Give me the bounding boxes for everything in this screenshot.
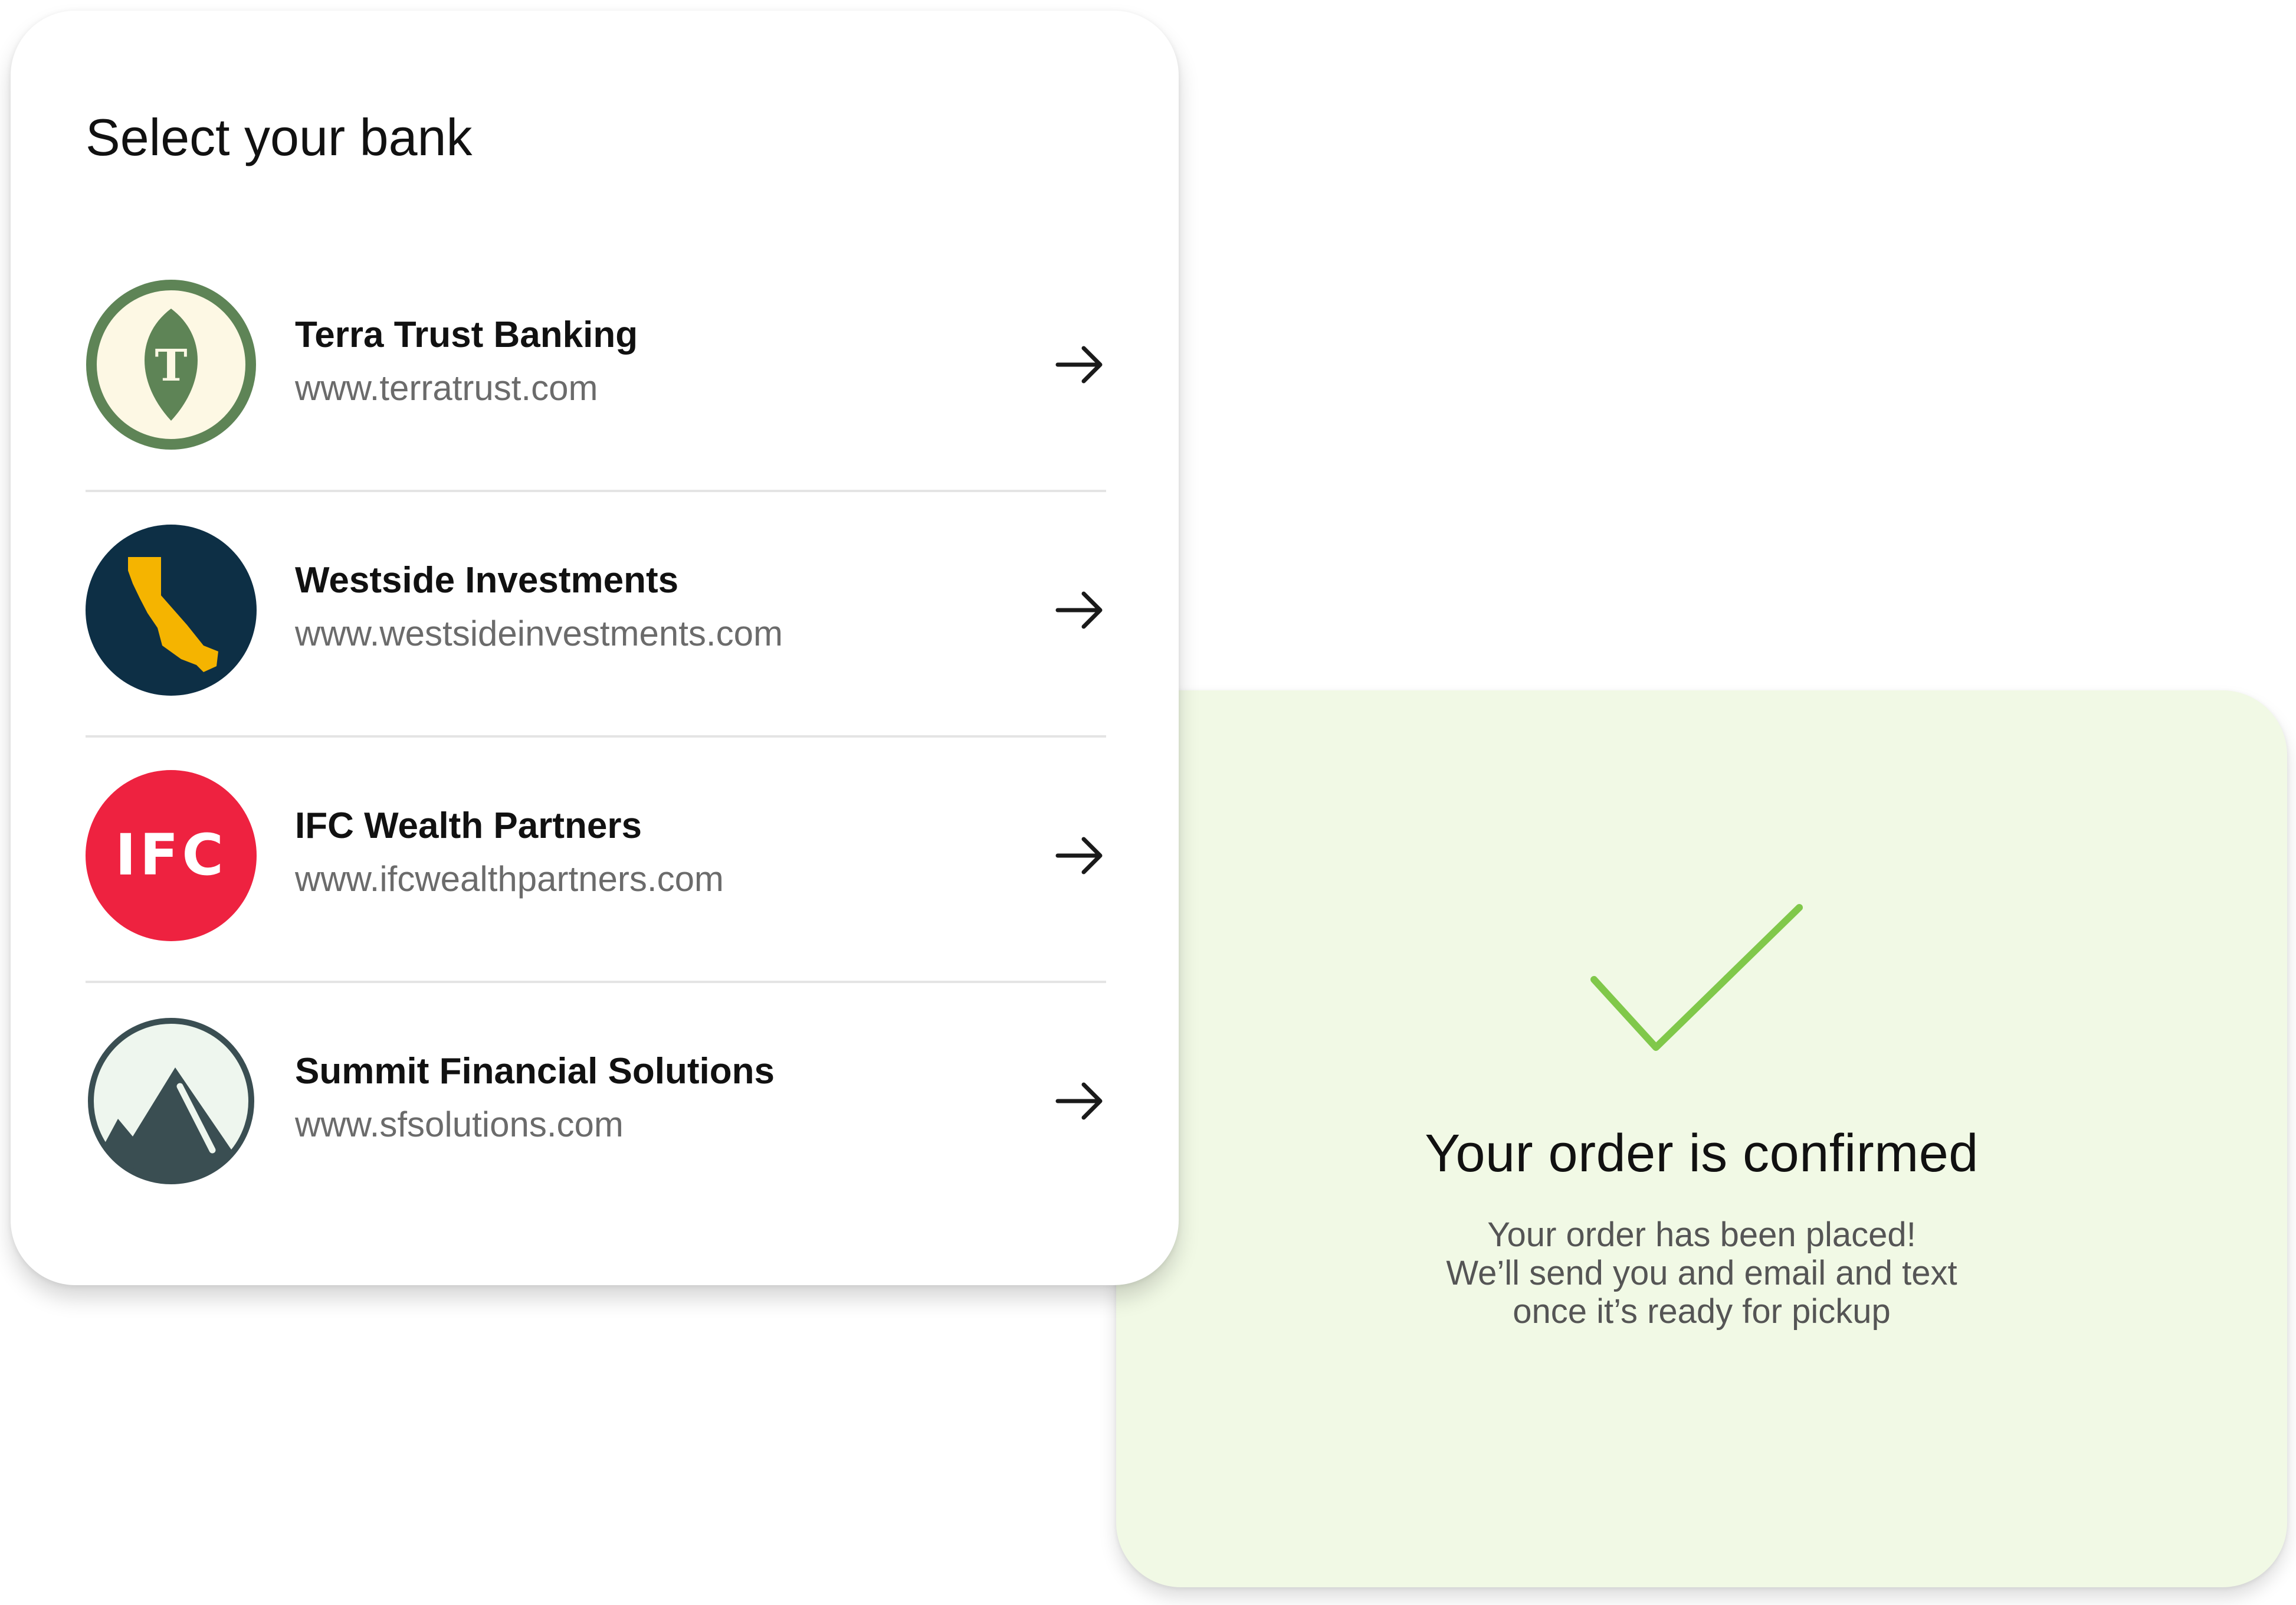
confirmation-title: Your order is confirmed: [1425, 1124, 1979, 1183]
bank-list: T Terra Trust Banking www.terratrust.com…: [86, 247, 1106, 1229]
bank-name: Terra Trust Banking: [295, 315, 638, 355]
terra-trust-leaf-logo: T: [86, 279, 257, 450]
bank-name: IFC Wealth Partners: [295, 805, 642, 846]
confirmation-message: Your order has been placed! We’ll send y…: [1234, 1216, 2169, 1331]
bank-url: www.terratrust.com: [295, 368, 598, 408]
bank-name: Summit Financial Solutions: [295, 1051, 775, 1092]
bank-url: www.ifcwealthpartners.com: [295, 859, 724, 899]
order-confirmation-card: Your order is confirmed Your order has b…: [1116, 690, 2287, 1587]
ifc-logo-text: IFC: [115, 822, 227, 888]
checkmark-icon: [1590, 904, 1803, 1051]
arrow-right-icon[interactable]: [1053, 829, 1106, 882]
mountain-logo: [86, 1016, 257, 1187]
confirmation-message-line: once it’s ready for pickup: [1513, 1292, 1891, 1331]
confirmation-message-line: Your order has been placed!: [1487, 1216, 1916, 1254]
bank-selection-card: Select your bank T Terra Trust Banking w…: [11, 11, 1179, 1285]
terra-trust-logo-letter: T: [155, 340, 187, 391]
bank-url: www.sfsolutions.com: [295, 1105, 624, 1144]
california-state-logo: [86, 525, 257, 696]
bank-url: www.westsideinvestments.com: [295, 614, 783, 653]
bank-item-westside-investments[interactable]: Westside Investments www.westsideinvestm…: [86, 492, 1106, 738]
arrow-right-icon[interactable]: [1053, 1075, 1106, 1128]
page-title: Select your bank: [86, 108, 473, 166]
arrow-right-icon[interactable]: [1053, 584, 1106, 637]
bank-item-terra-trust[interactable]: T Terra Trust Banking www.terratrust.com: [86, 247, 1106, 492]
bank-item-ifc-wealth-partners[interactable]: IFC IFC Wealth Partners www.ifcwealthpar…: [86, 738, 1106, 983]
ifc-logo: IFC: [86, 770, 257, 941]
bank-item-summit-financial[interactable]: Summit Financial Solutions www.sfsolutio…: [86, 983, 1106, 1229]
confirmation-message-line: We’ll send you and email and text: [1446, 1254, 1957, 1292]
bank-name: Westside Investments: [295, 560, 679, 601]
arrow-right-icon[interactable]: [1053, 338, 1106, 391]
